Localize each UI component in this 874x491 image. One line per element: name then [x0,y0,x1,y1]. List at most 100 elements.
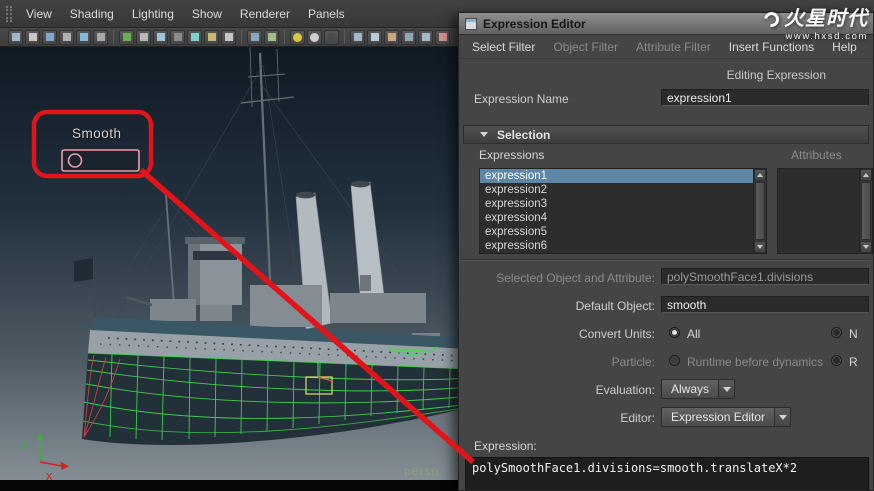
editor-type-value: Expression Editor [671,410,766,424]
lighting-default-icon[interactable] [307,29,322,45]
textured-icon[interactable] [384,29,399,45]
convert-units-all-label: All [687,327,701,341]
maya-menu-show[interactable]: Show [183,0,231,28]
lighting-none-icon[interactable] [324,29,339,45]
maya-menu-view[interactable]: View [17,0,61,28]
selection-section-header[interactable]: Selection [463,125,869,144]
two-d-pan-zoom-icon[interactable] [93,29,108,45]
particle-label: Particle: [611,355,655,369]
isolate-select-icon[interactable] [435,29,450,45]
safe-title-icon[interactable] [221,29,236,45]
toolbar-separator [344,30,345,44]
scroll-up-icon[interactable] [860,169,872,181]
particle-runtime-before-radio [669,355,680,366]
field-chart-icon[interactable] [187,29,202,45]
expressions-list-label: Expressions [479,148,545,162]
scroll-up-icon[interactable] [754,169,766,181]
convert-units-none-label: N [849,327,858,341]
maya-menu-panels[interactable]: Panels [299,0,354,28]
toolbar-separator [113,30,114,44]
particle-runtime-after-radio[interactable] [831,355,842,366]
separator [461,259,871,261]
scrollbar-thumb[interactable] [755,182,765,240]
evaluation-dropdown[interactable]: Always [661,379,736,399]
maya-menu-lighting[interactable]: Lighting [123,0,183,28]
maya-menu-renderer[interactable]: Renderer [231,0,299,28]
camera-attributes-icon[interactable] [42,29,57,45]
use-default-material-icon[interactable] [401,29,416,45]
image-plane-icon[interactable] [76,29,91,45]
particle-runtime-after-label: R [849,355,858,369]
expression-name-input[interactable] [661,89,869,106]
smooth-shade-icon[interactable] [367,29,382,45]
camera-label: persp [404,464,440,478]
viewport-bottom-edge [0,480,458,491]
smooth-manipulator-label: Smooth [72,126,122,141]
grid-icon[interactable] [119,29,134,45]
evaluation-label: Evaluation: [595,383,655,397]
expression-label: Expression: [474,439,537,453]
default-object-field[interactable] [661,296,869,313]
evaluation-value: Always [671,382,710,396]
gate-mask-icon[interactable] [170,29,185,45]
wireframe-icon[interactable] [350,29,365,45]
expressions-list: expression1 expression2 expression3 express… [479,168,767,254]
editor-menu-attribute-filter: Attribute Filter [636,39,711,54]
editor-menu-select-filter[interactable]: Select Filter [463,40,544,54]
convert-units-all-radio[interactable] [669,327,680,338]
scroll-down-icon[interactable] [754,241,766,253]
attributes-list-label: Attributes [791,148,842,162]
menubar-grip-icon[interactable] [6,5,12,22]
watermark-url: www.hxsd.com [785,31,868,42]
editor-type-dropdown[interactable]: Expression Editor [661,407,792,427]
convert-units-label: Convert Units: [578,327,655,341]
toolbar-separator [241,30,242,44]
scrollbar-thumb[interactable] [861,182,871,240]
expression-list-item[interactable]: expression2 [480,183,753,197]
watermark-logo-icon [761,9,782,30]
toolbar-separator [284,30,285,44]
xray-icon[interactable] [418,29,433,45]
resolution-gate-icon[interactable] [153,29,168,45]
axis-y-label: y [22,436,29,451]
film-gate-icon[interactable] [136,29,151,45]
expression-list-item[interactable]: expression5 [480,225,753,239]
attributes-list [777,168,873,254]
window-icon [465,17,477,30]
chevron-down-icon [718,380,735,398]
editor-type-label: Editor: [620,411,655,425]
expression-name-label: Expression Name [474,92,569,106]
frame-selection-icon[interactable] [264,29,279,45]
watermark: 火星时代 www.hxsd.com [718,2,868,42]
lighting-all-icon[interactable] [290,29,305,45]
window-title: Expression Editor [483,16,586,31]
selection-section-title: Selection [497,127,551,142]
ship-flag [74,256,97,330]
safe-action-icon[interactable] [204,29,219,45]
attributes-scrollbar[interactable] [859,169,872,253]
collapse-arrow-icon [480,132,488,137]
default-object-label: Default Object: [575,299,655,313]
selected-object-field [661,268,869,285]
convert-units-none-radio[interactable] [831,327,842,338]
chevron-down-icon [774,408,791,426]
expression-list-item[interactable]: expression1 [480,169,753,183]
expression-text-area[interactable]: polySmoothFace1.divisions=smooth.transla… [465,457,869,490]
expression-list-item[interactable]: expression3 [480,197,753,211]
maya-menu-shading[interactable]: Shading [61,0,123,28]
editing-expression-label: Editing Expression [726,68,826,82]
screen: View Shading Lighting Show Renderer Panels [0,0,874,491]
frame-all-icon[interactable] [247,29,262,45]
expressions-scrollbar[interactable] [753,169,766,253]
scroll-down-icon[interactable] [860,241,872,253]
watermark-title: 火星时代 [784,8,868,30]
editor-menu-object-filter: Object Filter [553,39,619,54]
expression-list-item[interactable]: expression6 [480,239,753,253]
view-axis: y x [22,432,69,483]
lock-camera-icon[interactable] [25,29,40,45]
particle-runtime-before-label: Runtime before dynamics [687,355,824,369]
select-camera-icon[interactable] [8,29,23,45]
bookmarks-icon[interactable] [59,29,74,45]
selected-object-label: Selected Object and Attribute: [496,271,655,285]
expression-list-item[interactable]: expression4 [480,211,753,225]
